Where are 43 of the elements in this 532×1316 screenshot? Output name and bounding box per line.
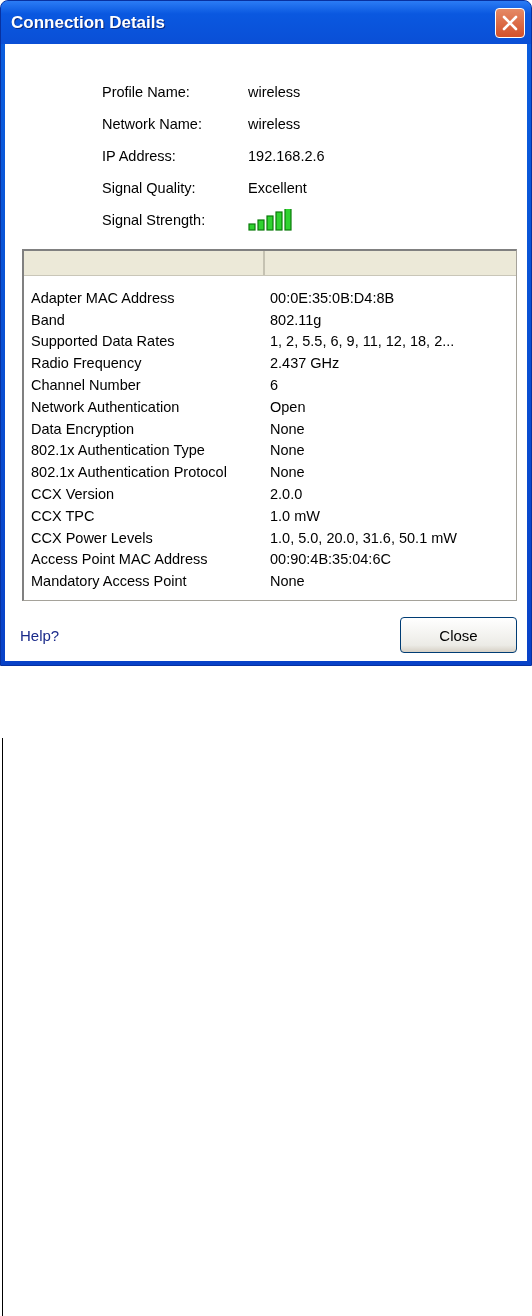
table-cell-text: Data Encryption <box>30 420 136 437</box>
table-cell: None <box>270 573 305 590</box>
signal-bars-icon <box>248 209 292 231</box>
table-cell-text: Mandatory Access Point <box>30 573 188 590</box>
close-button[interactable]: Close <box>400 617 517 653</box>
close-button[interactable] <box>495 7 525 38</box>
table-cell-text: 802.1x Authentication Protocol <box>30 464 228 481</box>
table-cell-text: CCX TPC <box>30 507 96 524</box>
table-cell-text: Adapter MAC Address <box>30 289 176 306</box>
field-value: wireless <box>248 84 301 100</box>
table-cell-text: Access Point MAC Address <box>30 551 209 568</box>
field-label: Network Name: <box>102 116 203 132</box>
table-cell-text: Channel Number <box>30 377 142 394</box>
table-cell-text: CCX Power Levels <box>30 529 154 546</box>
help-link[interactable]: Help? <box>20 626 60 644</box>
table-cell: 1, 2, 5.5, 6, 9, 11, 12, 18, 2... <box>270 333 455 350</box>
table-cell-text: Band <box>30 311 66 328</box>
field-value: Excellent <box>248 180 307 196</box>
table-cell: 00:0E:35:0B:D4:8B <box>270 289 395 306</box>
table-cell-text: Radio Frequency <box>30 355 143 372</box>
field-label: Signal Strength: <box>102 212 207 228</box>
table-cell-text: 802.1x Authentication Type <box>30 442 206 459</box>
table-cell: Open <box>270 398 306 415</box>
table-cell: 2.0.0 <box>270 486 303 503</box>
table-cell-text: Network Authentication <box>30 398 181 415</box>
table-cell-text: CCX Version <box>30 486 115 503</box>
field-value: wireless <box>248 116 301 132</box>
field-label: Profile Name: <box>102 84 191 100</box>
table-cell: 1.0, 5.0, 20.0, 31.6, 50.1 mW <box>270 529 457 546</box>
close-icon <box>502 14 518 31</box>
table-cell: None <box>270 420 305 437</box>
field-value: 192.168.2.6 <box>248 148 325 164</box>
table-cell: None <box>270 442 305 459</box>
table-cell-text: Supported Data Rates <box>30 333 176 350</box>
table-cell: 2.437 GHz <box>270 355 340 372</box>
window-title: Connection Details <box>11 12 165 33</box>
field-label: IP Address: <box>102 148 177 164</box>
table-cell: 1.0 mW <box>270 507 320 524</box>
field-label: Signal Quality: <box>102 180 197 196</box>
table-cell: None <box>270 464 305 481</box>
table-cell: 6 <box>270 377 279 394</box>
table-cell: 802.11g <box>270 311 322 328</box>
table-cell: 00:90:4B:35:04:6C <box>270 551 391 568</box>
